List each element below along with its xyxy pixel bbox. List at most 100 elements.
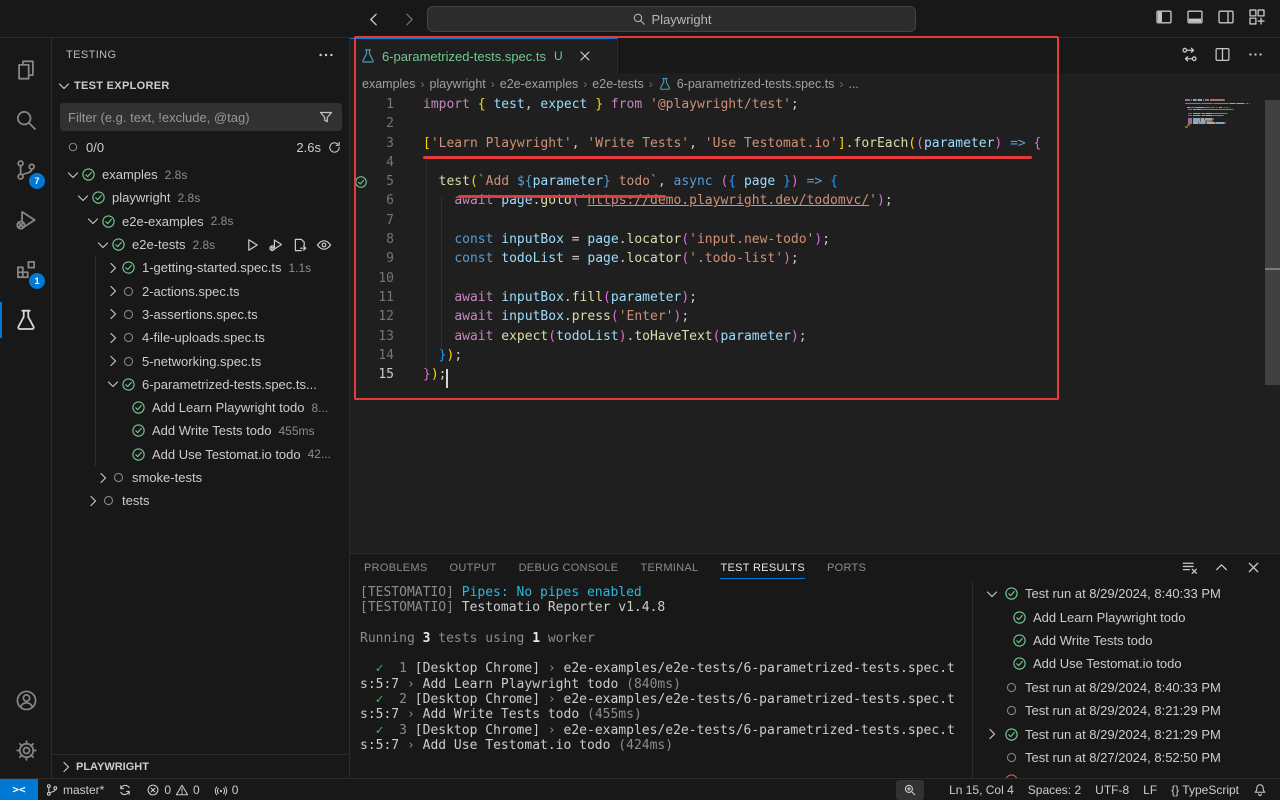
tab-6-parametrized-tests[interactable]: 6-parametrized-tests.spec.ts U xyxy=(350,38,618,73)
panel-tab-ports[interactable]: PORTS xyxy=(827,554,866,582)
activity-bar-run-debug[interactable] xyxy=(0,196,52,244)
test-tree-item-5-networking-spec-ts[interactable]: 5-networking.spec.ts xyxy=(52,349,350,372)
panel-tab-terminal[interactable]: TERMINAL xyxy=(640,554,698,582)
code-line-15[interactable]: 15}); xyxy=(350,365,1180,384)
test-run-item[interactable] xyxy=(973,769,1280,778)
minimap[interactable] xyxy=(1185,99,1255,128)
debug-alt-icon[interactable] xyxy=(268,237,284,253)
breadcrumb-item[interactable]: e2e-tests xyxy=(592,77,643,91)
code-line-6[interactable]: 6 await page.goto('https://demo.playwrig… xyxy=(350,191,1180,210)
test-tree-item-playwright[interactable]: playwright2.8s xyxy=(52,186,350,209)
more-icon[interactable] xyxy=(1247,46,1264,63)
test-run-item[interactable]: Add Learn Playwright todo xyxy=(973,605,1280,628)
breadcrumb-item[interactable]: ... xyxy=(848,77,858,91)
panel-tab-problems[interactable]: PROBLEMS xyxy=(364,554,428,582)
more-actions-icon[interactable] xyxy=(317,46,335,64)
status-git-branch[interactable]: master* xyxy=(38,779,111,800)
test-run-item[interactable]: Test run at 8/27/2024, 8:52:50 PM xyxy=(973,746,1280,769)
test-tree-item-2-actions-spec-ts[interactable]: 2-actions.spec.ts xyxy=(52,279,350,302)
test-tree-item-add-write-tests-todo[interactable]: Add Write Tests todo455ms xyxy=(52,419,350,442)
open-changes-icon[interactable] xyxy=(1181,46,1198,63)
code-line-7[interactable]: 7 xyxy=(350,211,1180,230)
test-tree-item-1-getting-started-spec-ts[interactable]: 1-getting-started.spec.ts1.1s xyxy=(52,256,350,279)
code-line-8[interactable]: 8 const inputBox = page.locator('input.n… xyxy=(350,230,1180,249)
status-screencast-zoom[interactable] xyxy=(896,780,924,800)
status-encoding[interactable]: UTF-8 xyxy=(1088,779,1136,800)
layout-sidebar-left-icon[interactable] xyxy=(1155,8,1173,26)
code-line-10[interactable]: 10 xyxy=(350,269,1180,288)
test-run-item[interactable]: Test run at 8/29/2024, 8:40:33 PM xyxy=(973,676,1280,699)
activity-bar-extensions[interactable]: 1 xyxy=(0,246,52,294)
panel-tab-debug-console[interactable]: DEBUG CONSOLE xyxy=(519,554,619,582)
test-run-item[interactable]: Test run at 8/29/2024, 8:40:33 PM xyxy=(973,582,1280,605)
eye-icon[interactable] xyxy=(316,237,332,253)
chevron-up-icon[interactable] xyxy=(1213,559,1230,576)
status-ports[interactable]: 0 xyxy=(207,779,246,800)
test-tree-item-add-learn-playwright-todo[interactable]: Add Learn Playwright todo8... xyxy=(52,396,350,419)
test-tree-item-4-file-uploads-spec-ts[interactable]: 4-file-uploads.spec.ts xyxy=(52,326,350,349)
code-line-3[interactable]: 3['Learn Playwright', 'Write Tests', 'Us… xyxy=(350,134,1180,153)
split-editor-icon[interactable] xyxy=(1214,46,1231,63)
activity-bar-testing[interactable] xyxy=(0,296,52,344)
code-line-4[interactable]: 4 xyxy=(350,153,1180,172)
history-back-button[interactable] xyxy=(362,7,384,31)
test-run-item[interactable]: Test run at 8/29/2024, 8:21:29 PM xyxy=(973,722,1280,745)
code-line-11[interactable]: 11 await inputBox.fill(parameter); xyxy=(350,288,1180,307)
test-tree-item-6-parametrized-tests-spec-ts-[interactable]: 6-parametrized-tests.spec.ts... xyxy=(52,373,350,396)
activity-bar-explorer[interactable] xyxy=(0,46,52,94)
test-explorer-section-header[interactable]: TEST EXPLORER xyxy=(56,78,170,94)
pass-icon[interactable] xyxy=(354,175,368,189)
panel-tab-output[interactable]: OUTPUT xyxy=(450,554,497,582)
refresh-icon[interactable] xyxy=(327,140,342,155)
status-indentation[interactable]: Spaces: 2 xyxy=(1021,779,1088,800)
breadcrumb-item[interactable]: examples xyxy=(362,77,416,91)
clear-output-icon[interactable] xyxy=(1181,559,1198,576)
test-tree-item-add-use-testomat-io-todo[interactable]: Add Use Testomat.io todo42... xyxy=(52,443,350,466)
test-tree-item-tests[interactable]: tests xyxy=(52,489,350,512)
test-run-item[interactable]: Test run at 8/29/2024, 8:21:29 PM xyxy=(973,699,1280,722)
activity-bar-accounts[interactable] xyxy=(0,676,52,724)
breadcrumb-item[interactable]: 6-parametrized-tests.spec.ts xyxy=(677,77,835,91)
status-remote[interactable]: >< xyxy=(0,779,38,800)
test-tree-item-smoke-tests[interactable]: smoke-tests xyxy=(52,466,350,489)
activity-bar-settings[interactable] xyxy=(0,726,52,774)
code-line-9[interactable]: 9 const todoList = page.locator('.todo-l… xyxy=(350,249,1180,268)
layout-panel-icon[interactable] xyxy=(1186,8,1204,26)
history-forward-button[interactable] xyxy=(398,7,420,31)
status-language-mode[interactable]: {} TypeScript xyxy=(1164,779,1246,800)
code-line-14[interactable]: 14 }); xyxy=(350,346,1180,365)
activity-bar-search[interactable] xyxy=(0,96,52,144)
code-line-2[interactable]: 2 xyxy=(350,114,1180,133)
test-run-item[interactable]: Add Write Tests todo xyxy=(973,629,1280,652)
test-tree-item-examples[interactable]: examples2.8s xyxy=(52,163,350,186)
test-run-item[interactable]: Add Use Testomat.io todo xyxy=(973,652,1280,675)
code-line-1[interactable]: 1import { test, expect } from '@playwrig… xyxy=(350,95,1180,114)
play-icon[interactable] xyxy=(244,237,260,253)
status-problems[interactable]: 00 xyxy=(139,779,206,800)
code-editor[interactable]: 1import { test, expect } from '@playwrig… xyxy=(350,95,1180,553)
test-tree-item-e2e-examples[interactable]: e2e-examples2.8s xyxy=(52,210,350,233)
command-center-search[interactable]: Playwright xyxy=(427,6,916,32)
code-line-13[interactable]: 13 await expect(todoList).toHaveText(par… xyxy=(350,327,1180,346)
test-filter-input[interactable] xyxy=(60,110,318,125)
panel-tab-test-results[interactable]: TEST RESULTS xyxy=(720,554,805,582)
close-icon[interactable] xyxy=(1245,559,1262,576)
breadcrumb-item[interactable]: e2e-examples xyxy=(500,77,579,91)
status-git-sync[interactable] xyxy=(111,779,139,800)
filter-icon[interactable] xyxy=(318,109,334,125)
status-cursor-position[interactable]: Ln 15, Col 4 xyxy=(942,779,1021,800)
test-tree-item-3-assertions-spec-ts[interactable]: 3-assertions.spec.ts xyxy=(52,303,350,326)
playwright-section-header[interactable]: PLAYWRIGHT xyxy=(52,754,349,778)
breadcrumb-item[interactable]: playwright xyxy=(430,77,486,91)
close-icon[interactable] xyxy=(577,48,593,64)
layout-sidebar-right-icon[interactable] xyxy=(1217,8,1235,26)
editor-scrollbar[interactable] xyxy=(1265,100,1280,385)
goto-file-icon[interactable] xyxy=(292,237,308,253)
layout-customize-icon[interactable] xyxy=(1248,8,1266,26)
activity-bar-source-control[interactable]: 7 xyxy=(0,146,52,194)
code-line-5[interactable]: 5 test(`Add ${parameter} todo`, async ({… xyxy=(350,172,1180,191)
code-line-12[interactable]: 12 await inputBox.press('Enter'); xyxy=(350,307,1180,326)
status-notifications[interactable] xyxy=(1246,779,1274,800)
test-tree-item-e2e-tests[interactable]: e2e-tests2.8s xyxy=(52,233,350,256)
status-eol[interactable]: LF xyxy=(1136,779,1164,800)
